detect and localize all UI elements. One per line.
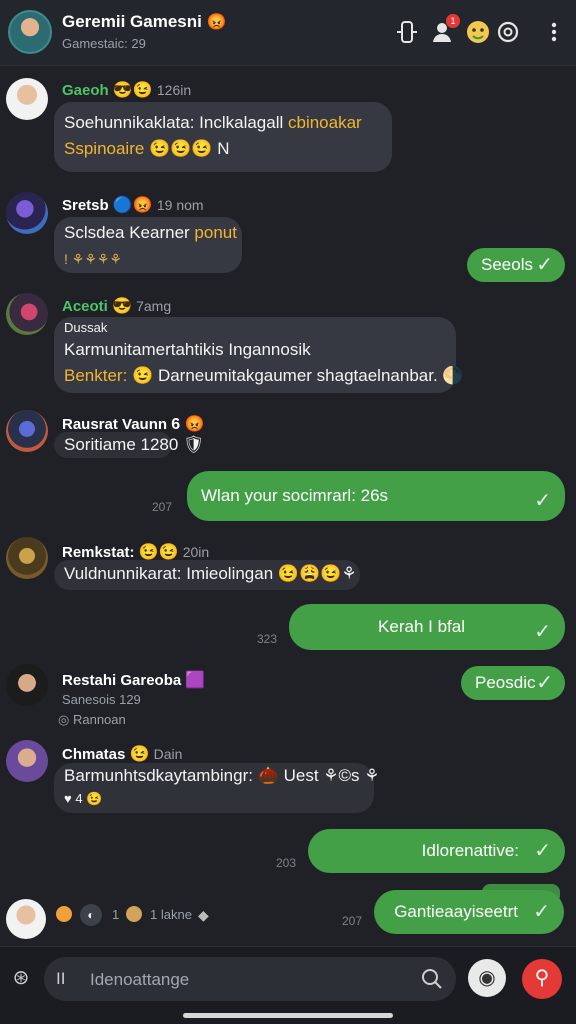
sender-avatar[interactable] <box>6 293 48 335</box>
message-time: 203 <box>276 856 297 870</box>
group-avatar[interactable] <box>8 10 52 54</box>
read-check-icon: ✓ <box>534 490 551 512</box>
reply-icon: ◎ <box>58 712 70 727</box>
read-check-icon: ✓ <box>536 672 553 694</box>
search-icon[interactable] <box>418 965 446 993</box>
emoji-icon[interactable] <box>464 18 492 46</box>
message-time: 207 <box>342 914 363 928</box>
read-check-icon: ✓ <box>534 840 551 862</box>
sender-avatar[interactable] <box>6 740 48 782</box>
message-subtext: Sanesois 129 <box>62 692 141 707</box>
read-check-icon: ✓ <box>536 254 553 276</box>
composer-bar: ⊛ II Idenoattange ◉ ⚲ <box>0 946 576 1024</box>
message-bubble[interactable]: Soritiame 1280 🛡 <box>54 432 205 458</box>
read-check-icon: ✓ <box>534 621 551 643</box>
message-bubble[interactable]: Vuldnunnikarat: Imieolingan 😉😩😉⚘ <box>54 560 360 590</box>
reaction-emoji-icon[interactable] <box>126 906 142 922</box>
sender-avatar[interactable] <box>6 899 46 939</box>
diamond-icon: ◆ <box>198 907 209 923</box>
home-indicator <box>183 1013 393 1018</box>
chat-subtitle: Gamestaic: 29 <box>62 36 146 51</box>
outgoing-message[interactable]: Seeols ✓ <box>467 248 565 282</box>
sender-name[interactable]: Gaeoh 😎😉 126in <box>62 80 191 100</box>
message-bubble[interactable]: Dussak Karmunitamertahtikis Ingannosik B… <box>54 317 464 393</box>
chat-title[interactable]: Geremii Gamesni 😡 <box>62 12 227 32</box>
title-emoji-icon: 😡 <box>206 14 227 31</box>
sender-avatar[interactable] <box>6 664 48 706</box>
chat-header: Geremii Gamesni 😡 Gamestaic: 29 1 <box>0 0 576 66</box>
outgoing-message[interactable]: Kerah I bfal ✓ <box>289 604 565 650</box>
message-bubble[interactable]: Sclsdea Kearner ponut ! ⚘⚘⚘⚘ <box>54 217 242 273</box>
outgoing-message[interactable]: Idlorenattive: ✓ <box>308 829 565 873</box>
sender-avatar[interactable] <box>6 78 48 120</box>
sender-name[interactable]: Remkstat: 😉😉 20in <box>62 542 209 562</box>
more-icon[interactable] <box>540 18 568 46</box>
sender-avatar[interactable] <box>6 192 48 234</box>
outgoing-message[interactable]: Gantieaayiseetrt ✓ <box>374 890 564 934</box>
sender-name[interactable]: Rausrat Vaunn 6 😡 <box>62 414 204 434</box>
reaction-row: ◐ 1 1 lakne ◆ 207 Gantieaayiseetrt ✓ <box>0 884 576 946</box>
sender-avatar[interactable] <box>6 410 48 452</box>
camera-icon[interactable]: ◉ <box>468 959 506 997</box>
sender-name[interactable]: Aceoti 😎 7amg <box>62 296 171 316</box>
sender-name[interactable]: Sretsb 🔵😡 19 nom <box>62 195 204 215</box>
message-reply-tag[interactable]: ◎ Rannoan <box>58 712 126 728</box>
settings-icon[interactable] <box>494 18 522 46</box>
outgoing-message[interactable]: Peosdic ✓ <box>461 666 565 700</box>
sender-name[interactable]: Restahi Gareoba 🟪 <box>62 670 205 690</box>
input-placeholder: Idenoattange <box>90 970 190 989</box>
message-input[interactable]: II Idenoattange <box>44 957 456 1001</box>
message-bubble[interactable]: Soehunnikaklata: Inclkalagall cbinoakar … <box>54 102 392 172</box>
sender-name[interactable]: Chmatas 😉 Dain <box>62 744 182 764</box>
attach-icon[interactable]: ⊛ <box>6 963 36 993</box>
reaction-fire-icon[interactable] <box>56 906 72 922</box>
mic-icon[interactable]: ⚲ <box>522 959 562 999</box>
controller-icon[interactable] <box>393 18 421 46</box>
message-time: 207 <box>152 500 173 514</box>
reaction-chat-icon[interactable]: ◐ <box>80 904 102 926</box>
message-time: 323 <box>257 632 278 646</box>
notification-badge: 1 <box>446 14 460 28</box>
message-bubble[interactable]: Barmunhtsdkaytambingr: 🌰 Uest ⚘©s ⚘ ♥ 4 … <box>54 763 380 813</box>
add-user-icon[interactable]: 1 <box>430 14 460 46</box>
read-check-icon: ✓ <box>533 901 550 923</box>
sender-avatar[interactable] <box>6 537 48 579</box>
outgoing-message[interactable]: Wlan your socimrarl: 26s ✓ <box>187 471 565 521</box>
pause-icon: II <box>56 969 66 988</box>
